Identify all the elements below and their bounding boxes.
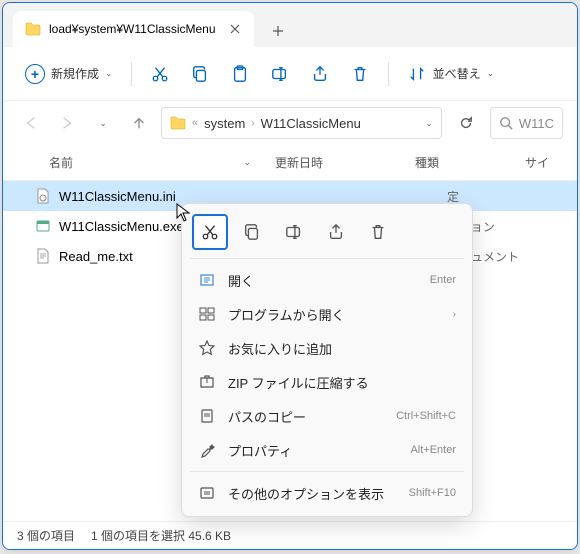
ctx-accel: Enter: [430, 274, 456, 286]
ctx-accel: Shift+F10: [409, 487, 456, 499]
ctx-label: その他のオプションを表示: [228, 484, 397, 503]
paste-icon: [230, 64, 250, 84]
copy-button[interactable]: [182, 58, 218, 90]
back-button[interactable]: [17, 109, 45, 137]
forward-button[interactable]: [53, 109, 81, 137]
ctx-more-options[interactable]: その他のオプションを表示 Shift+F10: [188, 476, 466, 510]
ctx-properties[interactable]: プロパティ Alt+Enter: [188, 433, 466, 467]
search-icon: [499, 116, 513, 130]
close-tab-button[interactable]: [228, 22, 242, 36]
cut-button[interactable]: [142, 58, 178, 90]
chevron-down-icon: ⌄: [243, 157, 251, 168]
zip-icon: [198, 373, 216, 391]
more-icon: [198, 484, 216, 502]
ctx-copy-path[interactable]: パスのコピー Ctrl+Shift+C: [188, 399, 466, 433]
selection-info: 1 個の項目を選択 45.6 KB: [91, 527, 231, 544]
ini-file-icon: [35, 188, 51, 204]
search-box[interactable]: W11C: [490, 107, 563, 139]
explorer-window: load¥system¥W11ClassicMenu + 新規作成 ⌄ 並べ替え…: [2, 2, 578, 550]
chevron-down-icon: ⌄: [487, 68, 495, 79]
ctx-label: プロパティ: [228, 441, 398, 460]
sort-button-label: 並べ替え: [433, 65, 481, 82]
ctx-label: ZIP ファイルに圧縮する: [228, 373, 456, 392]
separator: [190, 471, 464, 472]
context-icon-row: [188, 210, 466, 254]
ctx-label: 開く: [228, 271, 418, 290]
ctx-label: プログラムから開く: [228, 305, 441, 324]
folder-icon: [25, 22, 41, 36]
ctx-label: お気に入りに追加: [228, 339, 456, 358]
scissors-icon: [150, 64, 170, 84]
wrench-icon: [198, 441, 216, 459]
rename-icon: [270, 64, 290, 84]
nav-bar: ⌄ « system › W11ClassicMenu ⌄ W11C: [3, 101, 577, 145]
active-tab[interactable]: load¥system¥W11ClassicMenu: [13, 11, 254, 47]
chevron-right-icon: ›: [251, 118, 254, 129]
share-button[interactable]: [302, 58, 338, 90]
ctx-label: パスのコピー: [228, 407, 384, 426]
address-bar[interactable]: « system › W11ClassicMenu ⌄: [161, 107, 442, 139]
chevron-right-icon: ›: [453, 309, 456, 320]
separator: [388, 62, 389, 86]
ctx-rename-button[interactable]: [276, 214, 312, 250]
column-size[interactable]: サイ: [513, 154, 577, 171]
separator: [190, 258, 464, 259]
ctx-favorite[interactable]: お気に入りに追加: [188, 331, 466, 365]
copy-icon: [190, 64, 210, 84]
column-type[interactable]: 種類: [403, 154, 513, 171]
search-placeholder: W11C: [519, 116, 554, 131]
sort-button[interactable]: 並べ替え ⌄: [399, 58, 503, 90]
breadcrumb-segment[interactable]: system: [204, 116, 245, 131]
open-icon: [198, 271, 216, 289]
tab-title: load¥system¥W11ClassicMenu: [49, 22, 216, 36]
status-bar: 3 個の項目 1 個の項目を選択 45.6 KB: [3, 521, 577, 549]
breadcrumb-segment[interactable]: W11ClassicMenu: [261, 116, 361, 131]
separator: [131, 62, 132, 86]
column-headers: 名前⌄ 更新日時 種類 サイ: [3, 145, 577, 181]
up-button[interactable]: [125, 109, 153, 137]
ctx-zip[interactable]: ZIP ファイルに圧縮する: [188, 365, 466, 399]
trash-icon: [350, 64, 370, 84]
sort-icon: [407, 64, 427, 84]
new-button[interactable]: + 新規作成 ⌄: [17, 58, 121, 90]
paste-button[interactable]: [222, 58, 258, 90]
txt-file-icon: [35, 248, 51, 264]
plus-circle-icon: +: [25, 64, 45, 84]
copy-path-icon: [198, 407, 216, 425]
titlebar: load¥system¥W11ClassicMenu: [3, 3, 577, 47]
ctx-open[interactable]: 開く Enter: [188, 263, 466, 297]
ctx-accel: Alt+Enter: [410, 444, 456, 456]
open-with-icon: [198, 305, 216, 323]
file-name: W11ClassicMenu.ini: [59, 189, 259, 204]
ctx-delete-button[interactable]: [360, 214, 396, 250]
rename-button[interactable]: [262, 58, 298, 90]
toolbar: + 新規作成 ⌄ 並べ替え ⌄: [3, 47, 577, 101]
ctx-accel: Ctrl+Shift+C: [396, 410, 456, 422]
column-name[interactable]: 名前⌄: [3, 154, 263, 171]
exe-file-icon: [35, 218, 51, 234]
new-tab-button[interactable]: [262, 15, 294, 47]
ctx-share-button[interactable]: [318, 214, 354, 250]
star-icon: [198, 339, 216, 357]
cursor-icon: [176, 203, 192, 223]
item-count: 3 個の項目: [17, 527, 75, 544]
new-button-label: 新規作成: [51, 65, 99, 82]
context-menu: 開く Enter プログラムから開く › お気に入りに追加 ZIP ファイルに圧…: [181, 203, 473, 517]
folder-icon: [170, 116, 186, 130]
ctx-cut-button[interactable]: [192, 214, 228, 250]
delete-button[interactable]: [342, 58, 378, 90]
recent-button[interactable]: ⌄: [89, 109, 117, 137]
chevron-left-icon: «: [192, 117, 198, 129]
ctx-open-with[interactable]: プログラムから開く ›: [188, 297, 466, 331]
ctx-copy-button[interactable]: [234, 214, 270, 250]
file-type: 定: [267, 188, 459, 205]
share-icon: [310, 64, 330, 84]
column-date[interactable]: 更新日時: [263, 154, 403, 171]
chevron-down-icon: ⌄: [105, 68, 113, 79]
chevron-down-icon: ⌄: [99, 118, 107, 129]
refresh-button[interactable]: [450, 107, 482, 139]
chevron-down-icon[interactable]: ⌄: [425, 118, 433, 129]
